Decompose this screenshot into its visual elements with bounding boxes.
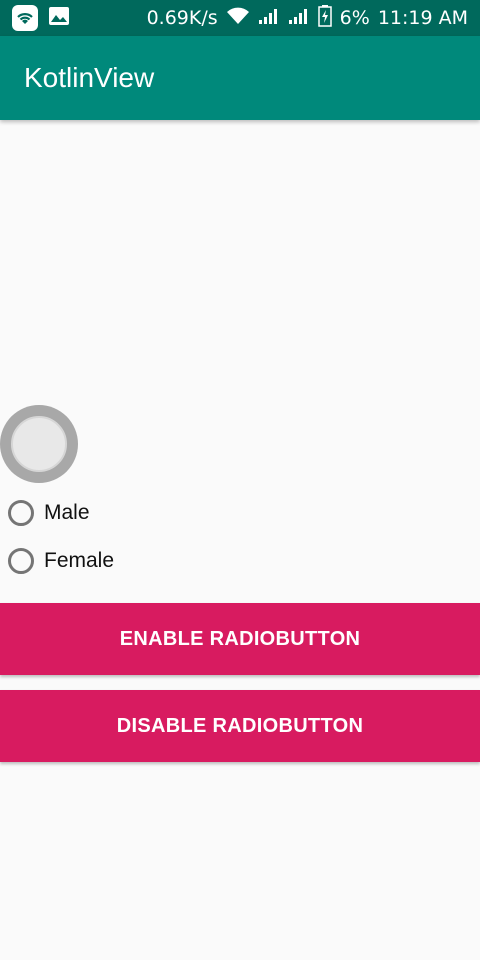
ripple-inner [11,416,67,472]
ripple-indicator [0,405,78,483]
clock: 11:19 AM [377,7,468,29]
network-speed: 0.69K/s [146,7,218,29]
radio-circle-icon[interactable] [8,500,34,526]
signal-icon [288,7,310,30]
signal-icon [258,7,280,30]
status-bar: 0.69K/s 6% 11:19 AM [0,0,480,36]
radio-option-male[interactable]: Male [8,500,90,526]
battery-level: 6% [339,7,370,29]
app-bar: KotlinView [0,36,480,120]
radio-label-male: Male [44,501,90,524]
radio-circle-icon[interactable] [8,548,34,574]
battery-icon [317,4,332,32]
radio-option-female[interactable]: Female [8,548,114,574]
app-title: KotlinView [24,62,155,93]
radio-label-female: Female [44,549,115,572]
main-content: Male Female ENABLE RADIOBUTTON DISABLE R… [0,120,480,960]
enable-radiobutton-button[interactable]: ENABLE RADIOBUTTON [0,603,480,675]
image-icon [48,6,70,31]
disable-radiobutton-button[interactable]: DISABLE RADIOBUTTON [0,690,480,762]
wifi-app-icon [12,5,38,31]
wifi-icon [226,7,250,30]
